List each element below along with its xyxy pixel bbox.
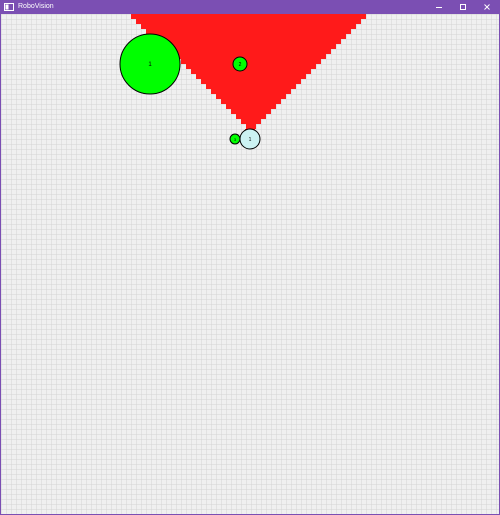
vision-cone-row xyxy=(186,64,316,69)
vision-cone-row xyxy=(216,94,286,99)
window-controls xyxy=(427,0,499,14)
small-object-label-1: 2 xyxy=(239,62,242,68)
vision-cone-row xyxy=(206,84,296,89)
close-button[interactable] xyxy=(475,0,499,14)
vision-cone-row xyxy=(226,104,276,109)
vision-cone-row xyxy=(211,89,291,94)
vision-cone-row xyxy=(166,49,331,54)
vision-cone-row xyxy=(131,14,366,19)
vision-cone-row xyxy=(176,54,326,59)
title-bar[interactable]: RoboVision xyxy=(1,0,499,14)
vision-cone-row xyxy=(136,19,361,24)
robot-label: 1 xyxy=(249,137,252,143)
vision-cone-row xyxy=(196,74,306,79)
vision-cone-row xyxy=(181,59,321,64)
vision-cone-row xyxy=(231,109,271,114)
minimize-button[interactable] xyxy=(427,0,451,14)
vision-cone-row xyxy=(221,99,281,104)
scene-svg: 1 2 3 1 xyxy=(1,14,499,514)
vision-cone-row xyxy=(246,124,256,129)
window-title: RoboVision xyxy=(18,3,54,10)
vision-cone-row xyxy=(241,119,261,124)
vision-cone-row xyxy=(161,44,336,49)
minimize-icon xyxy=(436,7,442,8)
vision-canvas[interactable]: 1 2 3 1 xyxy=(1,14,499,514)
maximize-icon xyxy=(460,4,466,10)
vision-cone-row xyxy=(201,79,301,84)
maximize-button[interactable] xyxy=(451,0,475,14)
vision-cone-row xyxy=(146,29,351,34)
vision-cone-row xyxy=(141,24,356,29)
app-window-icon xyxy=(4,3,14,11)
vision-cone-row xyxy=(236,114,266,119)
app-window: RoboVision 1 2 3 1 xyxy=(0,0,500,515)
vision-cone-row xyxy=(191,69,311,74)
close-icon xyxy=(484,4,490,10)
vision-cone-row xyxy=(151,34,346,39)
vision-cone-row xyxy=(156,39,341,44)
